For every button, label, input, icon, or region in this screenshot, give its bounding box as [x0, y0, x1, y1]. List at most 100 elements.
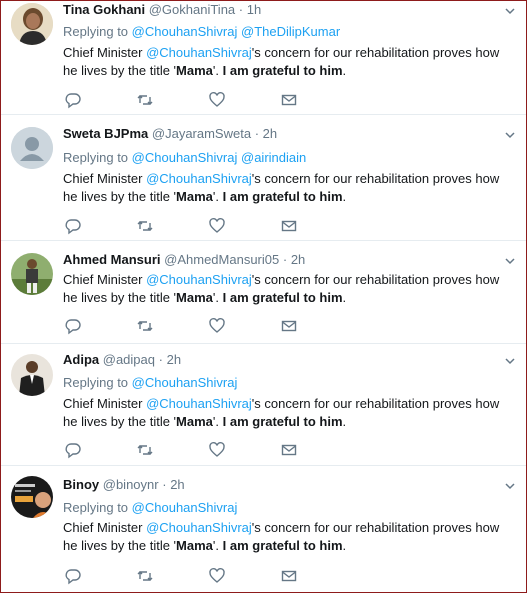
avatar[interactable] [11, 253, 53, 295]
avatar-photo [11, 3, 53, 45]
envelope-icon[interactable] [280, 441, 298, 459]
user-name[interactable]: Binoy [63, 477, 99, 492]
text-segment: Chief Minister [63, 171, 147, 186]
retweet-icon[interactable] [136, 567, 154, 585]
replying-to: Replying to @ChouhanShivraj [63, 499, 237, 517]
text-segment: . [342, 63, 347, 78]
avatar[interactable] [11, 3, 53, 45]
text-mention[interactable]: @ChouhanShivraj [146, 520, 252, 535]
replying-label: Replying to [63, 150, 129, 165]
text-bold: Mama [176, 63, 213, 78]
user-handle[interactable]: @JayaramSweta [152, 126, 251, 141]
retweet-icon[interactable] [136, 317, 154, 335]
separator-dot: · [238, 2, 244, 17]
text-bold: I am grateful to him [222, 290, 343, 305]
tweet-text: Chief Minister @ChouhanShivraj's concern… [63, 170, 513, 206]
text-segment: '. [212, 189, 223, 204]
tweet-actions [63, 317, 303, 335]
replying-to: Replying to @ChouhanShivraj @airindiain [63, 149, 306, 167]
reply-icon[interactable] [64, 91, 82, 109]
tweet-text: Chief Minister @ChouhanShivraj's concern… [63, 395, 513, 431]
reply-mention[interactable]: @ChouhanShivraj [132, 500, 238, 515]
text-mention[interactable]: @ChouhanShivraj [146, 171, 252, 186]
reply-icon[interactable] [64, 567, 82, 585]
reply-mention[interactable]: @TheDilipKumar [241, 24, 340, 39]
tweet-actions [63, 91, 303, 109]
tweet-time[interactable]: 2h [291, 252, 305, 267]
user-handle[interactable]: @binoynr [103, 477, 159, 492]
user-name[interactable]: Adipa [63, 352, 99, 367]
separator-dot: · [162, 477, 167, 492]
heart-icon[interactable] [208, 217, 226, 235]
user-name[interactable]: Ahmed Mansuri [63, 252, 161, 267]
tweet-reply: Tina Gokhani @GokhaniTina · 1h Replying … [1, 1, 526, 115]
avatar[interactable] [11, 127, 53, 169]
chevron-down-icon[interactable] [504, 4, 516, 16]
tweet-reply: Sweta BJPma @JayaramSweta · 2h Replying … [1, 115, 526, 241]
tweet-time[interactable]: 2h [263, 126, 277, 141]
user-name[interactable]: Sweta BJPma [63, 126, 148, 141]
avatar-photo [11, 476, 53, 518]
user-handle[interactable]: @AhmedMansuri05 [164, 252, 279, 267]
reply-mention[interactable]: @airindiain [241, 150, 306, 165]
text-segment: '. [212, 538, 223, 553]
tweet-header: Binoy @binoynr · 2h [63, 476, 185, 494]
chevron-down-icon[interactable] [504, 479, 516, 491]
text-bold: I am grateful to him [222, 189, 343, 204]
text-bold: Mama [176, 290, 213, 305]
text-segment: Chief Minister [63, 520, 147, 535]
text-bold: Mama [176, 414, 213, 429]
tweet-reply: Binoy @binoynr · 2h Replying to @Chouhan… [1, 466, 526, 592]
replying-to: Replying to @ChouhanShivraj [63, 374, 237, 392]
text-segment: . [342, 538, 347, 553]
chevron-down-icon[interactable] [504, 354, 516, 366]
tweet-replies-panel: Tina Gokhani @GokhaniTina · 1h Replying … [0, 0, 527, 593]
tweet-header: Sweta BJPma @JayaramSweta · 2h [63, 125, 277, 143]
user-handle[interactable]: @GokhaniTina [149, 2, 235, 17]
text-bold: I am grateful to him [222, 414, 343, 429]
envelope-icon[interactable] [280, 217, 298, 235]
tweet-time[interactable]: 2h [167, 352, 181, 367]
avatar[interactable] [11, 354, 53, 396]
tweet-header: Ahmed Mansuri @AhmedMansuri05 · 2h [63, 251, 305, 269]
chevron-down-icon[interactable] [504, 128, 516, 140]
user-handle[interactable]: @adipaq [103, 352, 155, 367]
retweet-icon[interactable] [136, 91, 154, 109]
text-segment: '. [212, 290, 223, 305]
heart-icon[interactable] [208, 317, 226, 335]
retweet-icon[interactable] [136, 441, 154, 459]
text-segment: . [342, 290, 347, 305]
reply-icon[interactable] [64, 217, 82, 235]
reply-mention[interactable]: @ChouhanShivraj [132, 375, 238, 390]
tweet-actions [63, 441, 303, 459]
chevron-down-icon[interactable] [504, 254, 516, 266]
avatar-photo [11, 253, 53, 295]
heart-icon[interactable] [208, 567, 226, 585]
text-mention[interactable]: @ChouhanShivraj [146, 45, 252, 60]
text-mention[interactable]: @ChouhanShivraj [146, 272, 252, 287]
tweet-time[interactable]: 2h [170, 477, 184, 492]
text-bold: I am grateful to him [222, 63, 343, 78]
heart-icon[interactable] [208, 91, 226, 109]
envelope-icon[interactable] [280, 91, 298, 109]
tweet-text: Chief Minister @ChouhanShivraj's concern… [63, 271, 513, 307]
tweet-time[interactable]: 1h [247, 2, 261, 17]
reply-icon[interactable] [64, 317, 82, 335]
avatar[interactable] [11, 476, 53, 518]
text-mention[interactable]: @ChouhanShivraj [146, 396, 252, 411]
reply-mention[interactable]: @ChouhanShivraj [132, 24, 238, 39]
text-bold: Mama [176, 538, 213, 553]
reply-mention[interactable]: @ChouhanShivraj [132, 150, 238, 165]
separator-dot: · [254, 126, 260, 141]
tweet-header: Tina Gokhani @GokhaniTina · 1h [63, 1, 261, 19]
tweet-text: Chief Minister @ChouhanShivraj's concern… [63, 519, 513, 555]
user-name[interactable]: Tina Gokhani [63, 2, 145, 17]
retweet-icon[interactable] [136, 217, 154, 235]
text-bold: Mama [176, 189, 213, 204]
text-bold: I am grateful to him [222, 538, 343, 553]
reply-icon[interactable] [64, 441, 82, 459]
envelope-icon[interactable] [280, 567, 298, 585]
envelope-icon[interactable] [280, 317, 298, 335]
avatar-photo [11, 354, 53, 396]
heart-icon[interactable] [208, 441, 226, 459]
